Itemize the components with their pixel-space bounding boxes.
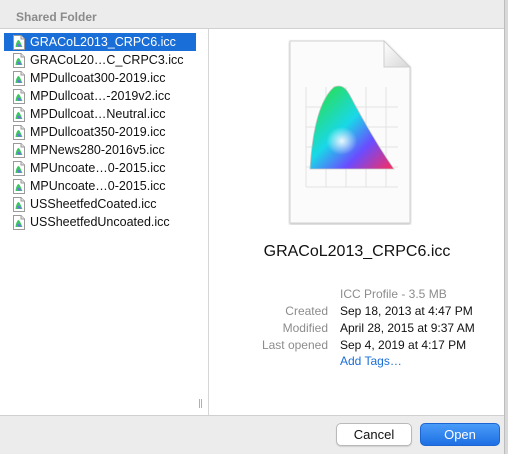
file-list-item[interactable]: USSheetfedUncoated.icc [4,213,196,231]
file-name: MPDullcoat350-2019.icc [30,125,166,139]
file-name: MPDullcoat…Neutral.icc [30,107,166,121]
meta-modified-row: Modified April 28, 2015 at 9:37 AM [210,321,504,338]
open-dialog: Shared Folder GRACoL2013_CRPC6.icc GRACoL… [0,0,505,454]
meta-opened-row: Last opened Sep 4, 2019 at 4:17 PM [210,338,504,355]
file-name: MPUncoate…0-2015.icc [30,179,166,193]
icc-file-icon [13,106,25,122]
file-browser: GRACoL2013_CRPC6.icc GRACoL20…C_CRPC3.icc… [0,28,504,416]
file-name: GRACoL2013_CRPC6.icc [30,35,176,49]
modified-label: Modified [282,321,328,335]
icc-file-icon [13,142,25,158]
file-list-item[interactable]: GRACoL20…C_CRPC3.icc [4,51,196,69]
file-list-item[interactable]: MPDullcoat300-2019.icc [4,69,196,87]
file-list-item[interactable]: MPUncoate…0-2015.icc [4,177,196,195]
icc-file-icon [13,88,25,104]
file-name: GRACoL20…C_CRPC3.icc [30,53,184,67]
file-name: MPUncoate…0-2015.icc [30,161,166,175]
icc-file-icon [13,70,25,86]
file-list-item[interactable]: MPDullcoat350-2019.icc [4,123,196,141]
icc-file-icon [13,214,25,230]
dialog-header: Shared Folder [0,0,504,28]
icc-file-icon [13,178,25,194]
cancel-button[interactable]: Cancel [336,423,412,446]
dialog-footer: Cancel Open [0,414,504,454]
meta-created-row: Created Sep 18, 2013 at 4:47 PM [210,304,504,321]
icc-file-icon [13,34,25,50]
file-list-item[interactable]: MPNews280-2016v5.icc [4,141,196,159]
file-list-item[interactable]: MPDullcoat…-2019v2.icc [4,87,196,105]
file-list: GRACoL2013_CRPC6.icc GRACoL20…C_CRPC3.icc… [0,29,196,415]
file-name: USSheetfedCoated.icc [30,197,157,211]
modified-value: April 28, 2015 at 9:37 AM [340,321,475,335]
created-label: Created [285,304,328,318]
file-name: MPDullcoat300-2019.icc [30,71,166,85]
open-button[interactable]: Open [420,423,500,446]
column-divider [208,29,209,415]
file-list-item[interactable]: USSheetfedCoated.icc [4,195,196,213]
preview-filename: GRACoL2013_CRPC6.icc [263,243,451,260]
add-tags-link[interactable]: Add Tags… [340,354,402,368]
icc-file-icon [13,160,25,176]
last-opened-value: Sep 4, 2019 at 4:17 PM [340,338,467,352]
file-kind-size: ICC Profile - 3.5 MB [340,287,447,301]
file-list-item[interactable]: MPDullcoat…Neutral.icc [4,105,196,123]
meta-kind-row: ICC Profile - 3.5 MB [210,287,504,304]
file-list-item[interactable]: GRACoL2013_CRPC6.icc [4,33,196,51]
file-name: MPDullcoat…-2019v2.icc [30,89,171,103]
icc-file-icon [13,196,25,212]
column-resize-icon[interactable]: || [198,399,206,411]
file-name: MPNews280-2016v5.icc [30,143,165,157]
icc-file-icon [13,124,25,140]
created-value: Sep 18, 2013 at 4:47 PM [340,304,473,318]
color-gamut-document-icon [289,39,412,224]
file-name: USSheetfedUncoated.icc [30,215,170,229]
folder-title: Shared Folder [16,10,97,24]
file-list-item[interactable]: MPUncoate…0-2015.icc [4,159,196,177]
preview-pane: GRACoL2013_CRPC6.icc ICC Profile - 3.5 M… [210,29,504,415]
icc-file-icon [13,52,25,68]
last-opened-label: Last opened [261,338,328,352]
